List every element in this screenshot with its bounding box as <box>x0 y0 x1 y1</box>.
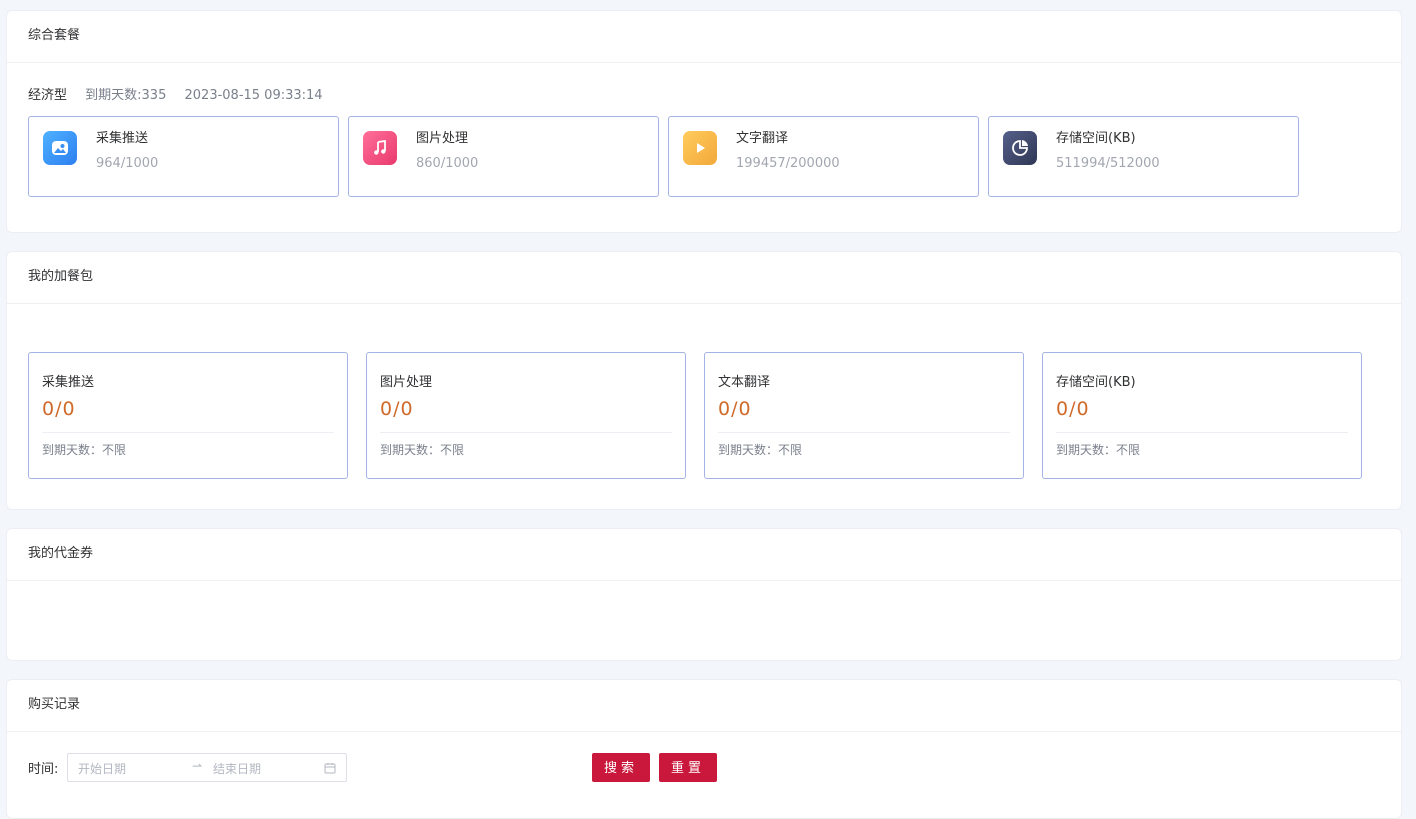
addon-count: 0/0 <box>1056 398 1090 420</box>
service-usage: 199457/200000 <box>736 156 840 171</box>
addon-name: 存储空间(KB) <box>1056 375 1136 390</box>
calendar-icon[interactable] <box>324 762 336 777</box>
plan-name: 经济型 <box>28 88 68 103</box>
addon-expire: 到期天数：不限 <box>718 443 803 457</box>
record-title: 购买记录 <box>7 680 1401 732</box>
date-range-picker[interactable]: 开始日期 ⇀ 结束日期 <box>67 753 347 782</box>
addon-count: 0/0 <box>42 398 76 420</box>
addon-expire: 到期天数：不限 <box>380 443 465 457</box>
service-card-translate: 文字翻译 199457/200000 <box>668 116 979 197</box>
addon-item-image: 图片处理 0/0 到期天数：不限 <box>366 352 686 479</box>
package-title: 综合套餐 <box>7 11 1401 63</box>
music-icon <box>363 131 397 165</box>
arrow-right-icon: ⇀ <box>192 759 203 773</box>
service-usage: 860/1000 <box>416 156 479 171</box>
search-button[interactable]: 搜索 <box>592 753 650 782</box>
purchase-record-card: 购买记录 时间: 开始日期 ⇀ 结束日期 搜索 重置 <box>6 679 1402 819</box>
service-card-image: 图片处理 860/1000 <box>348 116 659 197</box>
image-icon <box>43 131 77 165</box>
addon-expire: 到期天数：不限 <box>1056 443 1141 457</box>
voucher-title: 我的代金券 <box>7 529 1401 581</box>
service-name: 存储空间(KB) <box>1056 131 1136 146</box>
service-usage: 511994/512000 <box>1056 156 1160 171</box>
addon-expire: 到期天数：不限 <box>42 443 127 457</box>
service-usage: 964/1000 <box>96 156 159 171</box>
addon-item-collect: 采集推送 0/0 到期天数：不限 <box>28 352 348 479</box>
end-date-input[interactable]: 结束日期 <box>213 760 261 777</box>
service-name: 文字翻译 <box>736 131 789 146</box>
service-card-collect: 采集推送 964/1000 <box>28 116 339 197</box>
service-card-storage: 存储空间(KB) 511994/512000 <box>988 116 1299 197</box>
addon-item-storage: 存储空间(KB) 0/0 到期天数：不限 <box>1042 352 1362 479</box>
play-icon <box>683 131 717 165</box>
pie-chart-icon <box>1003 131 1037 165</box>
addon-item-translate: 文本翻译 0/0 到期天数：不限 <box>704 352 1024 479</box>
addon-name: 图片处理 <box>380 375 433 390</box>
plan-expire-time: 2023-08-15 09:33:14 <box>184 88 323 103</box>
reset-button[interactable]: 重置 <box>659 753 717 782</box>
addon-card: 我的加餐包 采集推送 0/0 到期天数：不限 图片处理 0/0 到期天数：不限 … <box>6 251 1402 510</box>
plan-days-left: 到期天数:335 <box>85 88 167 103</box>
addon-name: 文本翻译 <box>718 375 771 390</box>
addon-count: 0/0 <box>380 398 414 420</box>
divider <box>1056 432 1348 433</box>
divider <box>42 432 334 433</box>
time-label: 时间: <box>28 762 59 777</box>
service-name: 采集推送 <box>96 131 149 146</box>
addon-count: 0/0 <box>718 398 752 420</box>
plan-info: 经济型 到期天数:335 2023-08-15 09:33:14 <box>28 84 323 103</box>
package-card: 综合套餐 经济型 到期天数:335 2023-08-15 09:33:14 采集… <box>6 10 1402 233</box>
addon-name: 采集推送 <box>42 375 95 390</box>
divider <box>380 432 672 433</box>
addon-title: 我的加餐包 <box>7 252 1401 304</box>
service-name: 图片处理 <box>416 131 469 146</box>
voucher-card: 我的代金券 <box>6 528 1402 661</box>
divider <box>718 432 1010 433</box>
start-date-input[interactable]: 开始日期 <box>78 760 126 777</box>
